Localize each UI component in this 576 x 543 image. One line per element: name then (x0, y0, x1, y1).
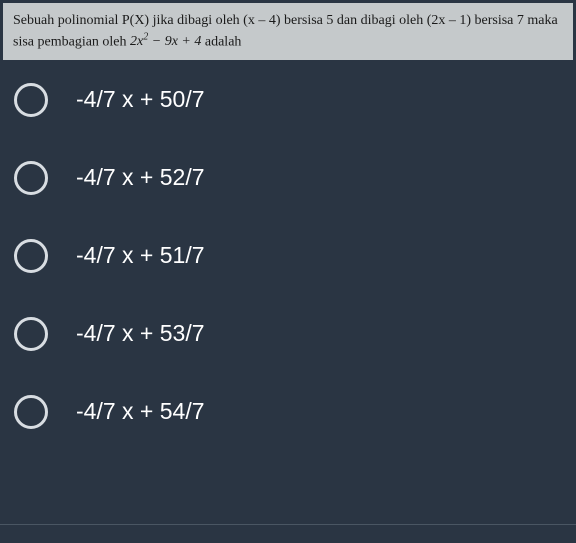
radio-icon (14, 83, 48, 117)
question-text-1: Sebuah polinomial P(X) jika dibagi oleh … (13, 13, 558, 49)
var-x2: x (172, 34, 178, 49)
question-text-2: adalah (201, 34, 241, 49)
radio-icon (14, 161, 48, 195)
exponent: 2 (143, 32, 148, 43)
option-2[interactable]: -4/7 x + 52/7 (14, 161, 562, 195)
question-math: 2x2 − 9x + 4 (130, 34, 201, 49)
question-box: Sebuah polinomial P(X) jika dibagi oleh … (3, 3, 573, 60)
divider (0, 524, 576, 525)
option-2-label: -4/7 x + 52/7 (76, 164, 205, 191)
option-1[interactable]: -4/7 x + 50/7 (14, 83, 562, 117)
option-4-label: -4/7 x + 53/7 (76, 320, 205, 347)
option-3-label: -4/7 x + 51/7 (76, 242, 205, 269)
option-3[interactable]: -4/7 x + 51/7 (14, 239, 562, 273)
option-1-label: -4/7 x + 50/7 (76, 86, 205, 113)
option-4[interactable]: -4/7 x + 53/7 (14, 317, 562, 351)
option-5-label: -4/7 x + 54/7 (76, 398, 205, 425)
option-5[interactable]: -4/7 x + 54/7 (14, 395, 562, 429)
options-container: -4/7 x + 50/7 -4/7 x + 52/7 -4/7 x + 51/… (0, 63, 576, 429)
radio-icon (14, 317, 48, 351)
radio-icon (14, 239, 48, 273)
radio-icon (14, 395, 48, 429)
